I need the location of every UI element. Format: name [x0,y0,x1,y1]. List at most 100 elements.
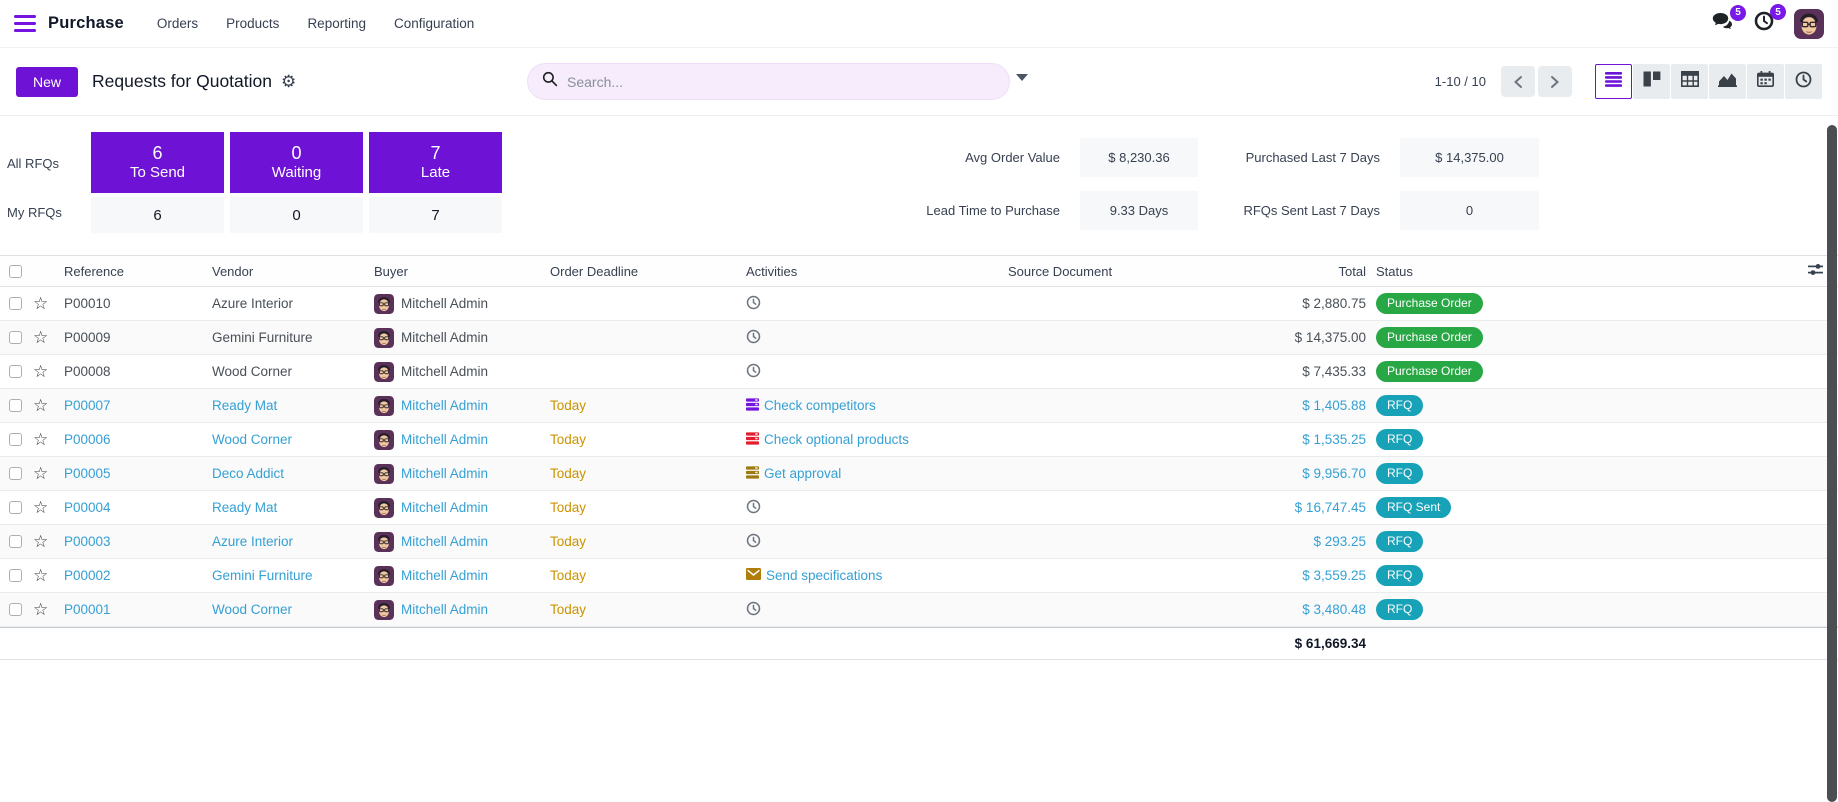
user-avatar[interactable] [1794,9,1824,39]
row-checkbox[interactable] [9,365,22,378]
rfq-row-p00004[interactable]: ☆ P00004 Ready Mat Mitchell Admin Today … [0,491,1838,525]
header-reference[interactable]: Reference [58,264,206,279]
buyer-cell[interactable]: Mitchell Admin [368,566,544,586]
header-vendor[interactable]: Vendor [206,264,368,279]
row-checkbox[interactable] [9,501,22,514]
vendor-cell[interactable]: Wood Corner [206,364,368,379]
bucket-late-all[interactable]: 7 Late [369,132,502,193]
pager-next-button[interactable] [1538,66,1572,97]
rfq-bucket-late[interactable]: 7 Late 7 [369,132,502,233]
buyer-cell[interactable]: Mitchell Admin [368,294,544,314]
optional-columns-button[interactable] [1548,262,1838,280]
buyer-cell[interactable]: Mitchell Admin [368,600,544,620]
search-dropdown-caret[interactable] [1016,74,1028,81]
rfq-bucket-waiting[interactable]: 0 Waiting 0 [230,132,363,233]
bucket-to-send-all[interactable]: 6 To Send [91,132,224,193]
reference-link[interactable]: P00002 [58,568,206,583]
buyer-cell[interactable]: Mitchell Admin [368,498,544,518]
activities-cell[interactable]: Send specifications [740,568,996,583]
reference-link[interactable]: P00009 [58,330,206,345]
vendor-cell[interactable]: Azure Interior [206,534,368,549]
row-checkbox[interactable] [9,433,22,446]
reference-link[interactable]: P00001 [58,602,206,617]
menu-item-products[interactable]: Products [215,10,290,37]
row-checkbox[interactable] [9,603,22,616]
activities-cell[interactable] [740,533,996,551]
row-checkbox[interactable] [9,535,22,548]
app-brand[interactable]: Purchase [48,14,124,33]
gear-icon[interactable]: ⚙ [281,73,296,90]
favorite-star-icon[interactable]: ☆ [30,363,58,380]
vertical-scrollbar[interactable] [1827,125,1837,802]
vendor-cell[interactable]: Azure Interior [206,296,368,311]
menu-item-reporting[interactable]: Reporting [296,10,377,37]
activities-button[interactable]: 5 [1754,11,1774,36]
rfq-row-p00010[interactable]: ☆ P00010 Azure Interior Mitchell Admin $… [0,287,1838,321]
bars-red-activity-icon[interactable] [746,432,759,448]
menu-item-configuration[interactable]: Configuration [383,10,485,37]
reference-link[interactable]: P00008 [58,364,206,379]
header-order-deadline[interactable]: Order Deadline [544,264,740,279]
buyer-cell[interactable]: Mitchell Admin [368,430,544,450]
pager-previous-button[interactable] [1501,66,1535,97]
row-checkbox[interactable] [9,297,22,310]
favorite-star-icon[interactable]: ☆ [30,533,58,550]
vendor-cell[interactable]: Wood Corner [206,432,368,447]
reference-link[interactable]: P00010 [58,296,206,311]
rfq-row-p00003[interactable]: ☆ P00003 Azure Interior Mitchell Admin T… [0,525,1838,559]
row-checkbox[interactable] [9,331,22,344]
menu-item-orders[interactable]: Orders [146,10,209,37]
bucket-waiting-my[interactable]: 0 [230,197,363,233]
favorite-star-icon[interactable]: ☆ [30,465,58,482]
clock-activity-icon[interactable] [746,499,761,517]
vendor-cell[interactable]: Gemini Furniture [206,568,368,583]
rfq-row-p00007[interactable]: ☆ P00007 Ready Mat Mitchell Admin Today … [0,389,1838,423]
header-buyer[interactable]: Buyer [368,264,544,279]
new-button[interactable]: New [16,67,78,97]
envelope-activity-icon[interactable] [746,568,761,583]
favorite-star-icon[interactable]: ☆ [30,601,58,618]
reference-link[interactable]: P00003 [58,534,206,549]
favorite-star-icon[interactable]: ☆ [30,567,58,584]
buyer-cell[interactable]: Mitchell Admin [368,328,544,348]
activities-cell[interactable] [740,329,996,347]
rfq-row-p00001[interactable]: ☆ P00001 Wood Corner Mitchell Admin Toda… [0,593,1838,627]
row-checkbox[interactable] [9,569,22,582]
all-rfqs-label[interactable]: All RFQs [7,156,59,171]
vendor-cell[interactable]: Ready Mat [206,398,368,413]
rfq-row-p00002[interactable]: ☆ P00002 Gemini Furniture Mitchell Admin… [0,559,1838,593]
activity-label[interactable]: Check competitors [764,398,876,413]
messages-button[interactable]: 5 [1712,12,1734,36]
bucket-waiting-all[interactable]: 0 Waiting [230,132,363,193]
favorite-star-icon[interactable]: ☆ [30,397,58,414]
header-status[interactable]: Status [1368,264,1548,279]
activity-label[interactable]: Get approval [764,466,841,481]
vendor-cell[interactable]: Gemini Furniture [206,330,368,345]
vendor-cell[interactable]: Deco Addict [206,466,368,481]
row-checkbox[interactable] [9,399,22,412]
activity-label[interactable]: Send specifications [766,568,882,583]
my-rfqs-label[interactable]: My RFQs [7,205,62,220]
header-total[interactable]: Total [1246,264,1368,279]
bucket-late-my[interactable]: 7 [369,197,502,233]
clock-activity-icon[interactable] [746,295,761,313]
calendar-view-button[interactable] [1747,64,1784,99]
buyer-cell[interactable]: Mitchell Admin [368,464,544,484]
graph-view-button[interactable] [1709,64,1746,99]
reference-link[interactable]: P00005 [58,466,206,481]
buyer-cell[interactable]: Mitchell Admin [368,532,544,552]
clock-activity-icon[interactable] [746,533,761,551]
search-input[interactable] [567,74,947,90]
kanban-view-button[interactable] [1633,64,1670,99]
apps-menu-icon[interactable] [14,15,36,32]
activity-view-button[interactable] [1785,64,1822,99]
rfq-row-p00009[interactable]: ☆ P00009 Gemini Furniture Mitchell Admin… [0,321,1838,355]
activities-cell[interactable]: Get approval [740,466,996,482]
vendor-cell[interactable]: Ready Mat [206,500,368,515]
reference-link[interactable]: P00004 [58,500,206,515]
clock-activity-icon[interactable] [746,329,761,347]
favorite-star-icon[interactable]: ☆ [30,295,58,312]
favorite-star-icon[interactable]: ☆ [30,499,58,516]
activities-cell[interactable] [740,499,996,517]
metric-label[interactable]: RFQs Sent Last 7 Days [1150,203,1380,218]
